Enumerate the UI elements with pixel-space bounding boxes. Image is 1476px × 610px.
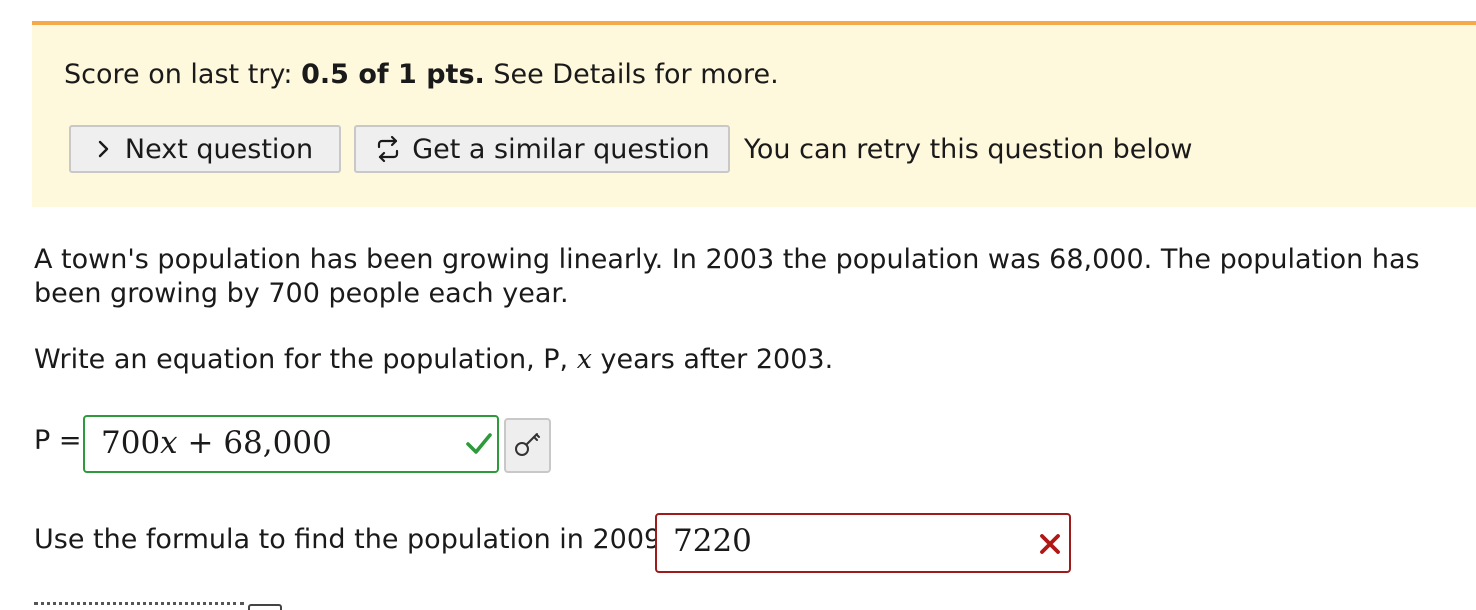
score-banner: Score on last try: 0.5 of 1 pts. See Det… [32, 21, 1476, 207]
retry-note: You can retry this question below [744, 134, 1193, 165]
equation-answer-value: 700x + 68,000 [101, 425, 332, 461]
score-summary: Score on last try: 0.5 of 1 pts. See Det… [64, 59, 779, 90]
score-value: 0.5 of 1 pts. [301, 59, 485, 90]
chevron-right-icon [97, 139, 111, 159]
x-icon [1039, 533, 1061, 559]
next-question-label: Next question [124, 133, 314, 165]
cut-off-checkbox[interactable] [248, 604, 282, 610]
population-answer-value: 7220 [673, 523, 752, 559]
equation-label: P = [34, 425, 82, 456]
equation-answer-field[interactable]: 700x + 68,000 [83, 415, 499, 473]
prompt-after: years after 2003. [591, 344, 834, 375]
cut-off-text [34, 602, 244, 609]
prompt-variable: x [576, 344, 592, 375]
retry-arrows-icon [374, 135, 402, 163]
similar-question-button[interactable]: Get a similar question [354, 125, 730, 173]
check-icon [465, 431, 493, 461]
answer-variable: x [160, 425, 178, 461]
population-answer-field[interactable]: 7220 [655, 513, 1071, 573]
score-suffix: See Details for more. [484, 59, 779, 90]
cut-off-next-row [34, 598, 354, 610]
score-prefix: Score on last try: [64, 59, 302, 90]
population-prompt: Use the formula to find the population i… [34, 524, 671, 555]
next-question-button[interactable]: Next question [69, 125, 341, 173]
question-text: A town's population has been growing lin… [34, 244, 1420, 309]
question-prompt: Write an equation for the population, P,… [34, 344, 833, 375]
answer-constant: + 68,000 [177, 425, 332, 461]
key-icon [513, 429, 543, 463]
prompt-before: Write an equation for the population, P, [34, 344, 577, 375]
answer-coefficient: 700 [101, 425, 161, 461]
view-key-button[interactable] [504, 418, 551, 473]
similar-question-label: Get a similar question [412, 133, 710, 165]
